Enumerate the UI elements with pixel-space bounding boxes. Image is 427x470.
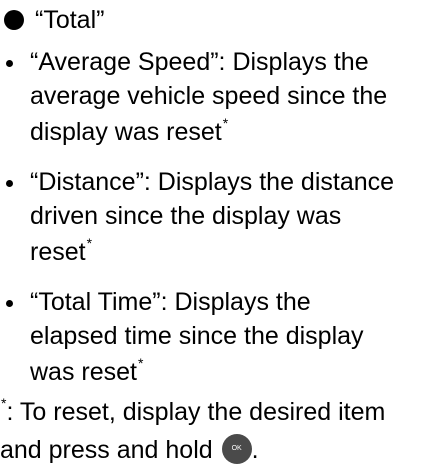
- list-item-line: was reset*: [30, 354, 144, 386]
- footnote-line: *: To reset, display the desired item: [1, 394, 386, 426]
- ok-button-icon: OK: [221, 434, 252, 465]
- list-item-line: display was reset*: [30, 114, 229, 146]
- bullet-icon: [6, 180, 13, 187]
- list-item-line: “Average Speed”: Displays the: [30, 48, 369, 76]
- heading-text: “Total”: [35, 6, 105, 34]
- list-item-line: driven since the display was: [30, 202, 342, 230]
- list-item-line: average vehicle speed since the: [30, 82, 388, 110]
- list-item-line: “Distance”: Displays the distance: [30, 168, 395, 196]
- heading-bullet-icon: [4, 10, 24, 30]
- asterisk-marker: *: [137, 354, 144, 371]
- bullet-icon: [6, 60, 13, 67]
- list-item-line: elapsed time since the display: [30, 322, 364, 350]
- bullet-icon: [6, 300, 13, 307]
- asterisk-marker: *: [86, 234, 93, 251]
- asterisk-marker: *: [1, 394, 7, 411]
- list-item-line: “Total Time”: Displays the: [30, 288, 311, 316]
- section-heading: “Total”: [2, 0, 104, 40]
- list-item-line: reset*: [30, 234, 93, 266]
- asterisk-marker: *: [222, 114, 229, 131]
- footnote-line: and press and hold OK.: [0, 434, 259, 465]
